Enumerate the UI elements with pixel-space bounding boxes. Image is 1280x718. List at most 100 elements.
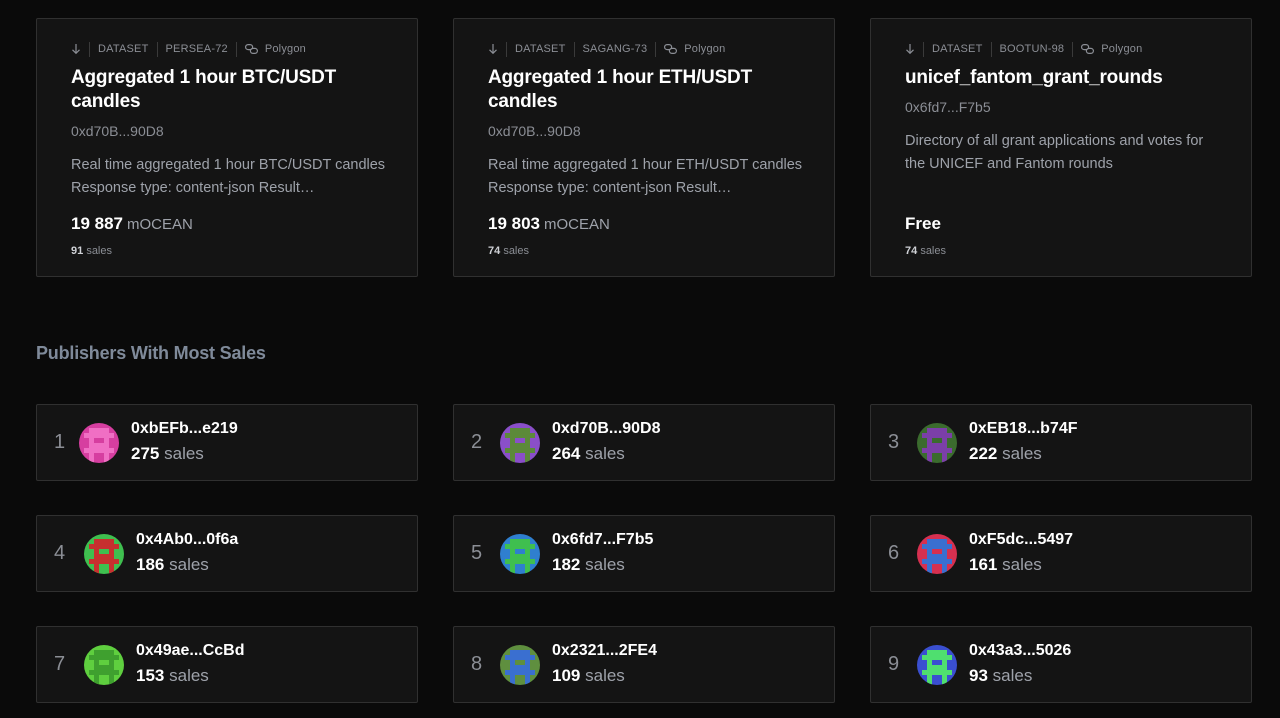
publisher-avatar[interactable] xyxy=(500,534,540,574)
download-arrow-icon xyxy=(72,44,80,55)
publisher-sales-label: sales xyxy=(585,555,625,574)
publisher-rank: 1 xyxy=(54,431,66,453)
publisher-avatar[interactable] xyxy=(917,423,957,463)
publisher-sales-label: sales xyxy=(1002,444,1042,463)
asset-title[interactable]: unicef_fantom_grant_rounds xyxy=(905,66,1205,90)
publisher-rank: 7 xyxy=(54,653,66,675)
publisher-avatar[interactable] xyxy=(84,534,124,574)
publisher-rank: 4 xyxy=(54,542,66,564)
asset-symbol: PERSEA-72 xyxy=(165,43,228,55)
publisher-avatar[interactable] xyxy=(84,645,124,685)
price-unit: mOCEAN xyxy=(127,216,193,233)
publisher-sales: 93 sales xyxy=(969,666,1032,686)
network-link-icon xyxy=(1081,44,1095,54)
publisher-address[interactable]: 0xbEFb...e219 xyxy=(131,420,238,438)
publisher-sales-label: sales xyxy=(1002,555,1042,574)
publisher-card[interactable]: 2 0xd70B...90D8 264 sales xyxy=(453,404,835,481)
asset-description: Real time aggregated 1 hour ETH/USDT can… xyxy=(488,157,803,196)
publisher-avatar[interactable] xyxy=(79,423,119,463)
publisher-avatar[interactable] xyxy=(917,645,957,685)
publisher-sales-count: 109 xyxy=(552,666,581,685)
publisher-sales-count: 186 xyxy=(136,555,165,574)
publisher-address[interactable]: 0x43a3...5026 xyxy=(969,642,1071,660)
publisher-sales-count: 275 xyxy=(131,444,160,463)
publisher-card[interactable]: 5 0x6fd7...F7b5 182 sales xyxy=(453,515,835,592)
price-value: Free xyxy=(905,214,941,233)
asset-network: Polygon xyxy=(684,43,726,55)
publisher-rank: 5 xyxy=(471,542,483,564)
publisher-sales-count: 222 xyxy=(969,444,998,463)
publisher-card[interactable]: 9 0x43a3...5026 93 sales xyxy=(870,626,1252,703)
download-arrow-icon xyxy=(906,44,914,55)
publisher-address[interactable]: 0xEB18...b74F xyxy=(969,420,1078,438)
asset-type-label: DATASET xyxy=(98,43,149,55)
price-value: 19 803 xyxy=(488,214,540,233)
publisher-sales-label: sales xyxy=(585,666,625,685)
asset-card[interactable]: DATASET PERSEA-72 Polygon Aggregated 1 h… xyxy=(36,18,418,277)
asset-owner[interactable]: 0xd70B...90D8 xyxy=(71,123,164,139)
asset-title[interactable]: Aggregated 1 hour ETH/USDT candles xyxy=(488,66,788,114)
publisher-address[interactable]: 0x4Ab0...0f6a xyxy=(136,531,238,549)
asset-description: Real time aggregated 1 hour BTC/USDT can… xyxy=(71,157,386,196)
publisher-avatar[interactable] xyxy=(500,645,540,685)
publisher-sales-count: 264 xyxy=(552,444,581,463)
publisher-sales-label: sales xyxy=(585,444,625,463)
asset-symbol: BOOTUN-98 xyxy=(999,43,1065,55)
asset-card[interactable]: DATASET BOOTUN-98 Polygon unicef_fantom_… xyxy=(870,18,1252,277)
asset-price: 19 887 mOCEAN xyxy=(71,214,193,234)
asset-meta: DATASET BOOTUN-98 Polygon xyxy=(905,41,1142,57)
asset-symbol: SAGANG-73 xyxy=(582,43,648,55)
publisher-address[interactable]: 0xd70B...90D8 xyxy=(552,420,661,438)
publisher-sales: 264 sales xyxy=(552,444,625,464)
publisher-sales: 161 sales xyxy=(969,555,1042,575)
publisher-sales: 186 sales xyxy=(136,555,209,575)
sales-count: 74 xyxy=(488,245,501,257)
publisher-rank: 9 xyxy=(888,653,900,675)
sales-count: 91 xyxy=(71,245,84,257)
asset-sales: 74 sales xyxy=(488,245,529,257)
publisher-address[interactable]: 0xF5dc...5497 xyxy=(969,531,1073,549)
asset-price: 19 803 mOCEAN xyxy=(488,214,610,234)
publisher-sales: 222 sales xyxy=(969,444,1042,464)
publisher-avatar[interactable] xyxy=(917,534,957,574)
publisher-rank: 6 xyxy=(888,542,900,564)
publisher-sales-label: sales xyxy=(169,555,209,574)
asset-sales: 74 sales xyxy=(905,245,946,257)
asset-sales: 91 sales xyxy=(71,245,112,257)
asset-owner[interactable]: 0xd70B...90D8 xyxy=(488,123,581,139)
network-link-icon xyxy=(244,44,258,54)
publisher-address[interactable]: 0x6fd7...F7b5 xyxy=(552,531,653,549)
price-value: 19 887 xyxy=(71,214,123,233)
publisher-sales-count: 93 xyxy=(969,666,988,685)
asset-card[interactable]: DATASET SAGANG-73 Polygon Aggregated 1 h… xyxy=(453,18,835,277)
sales-count: 74 xyxy=(905,245,918,257)
publisher-card[interactable]: 8 0x2321...2FE4 109 sales xyxy=(453,626,835,703)
publisher-address[interactable]: 0x49ae...CcBd xyxy=(136,642,245,660)
publisher-card[interactable]: 7 0x49ae...CcBd 153 sales xyxy=(36,626,418,703)
asset-title[interactable]: Aggregated 1 hour BTC/USDT candles xyxy=(71,66,371,114)
publisher-address[interactable]: 0x2321...2FE4 xyxy=(552,642,657,660)
asset-type-label: DATASET xyxy=(932,43,983,55)
publisher-rank: 3 xyxy=(888,431,900,453)
publisher-avatar[interactable] xyxy=(500,423,540,463)
publisher-rank: 2 xyxy=(471,431,483,453)
asset-type-label: DATASET xyxy=(515,43,566,55)
download-arrow-icon xyxy=(489,44,497,55)
publisher-sales-count: 182 xyxy=(552,555,581,574)
publisher-sales: 109 sales xyxy=(552,666,625,686)
asset-meta: DATASET PERSEA-72 Polygon xyxy=(71,41,306,57)
publisher-sales-label: sales xyxy=(169,666,209,685)
publisher-sales-label: sales xyxy=(164,444,204,463)
publisher-card[interactable]: 1 0xbEFb...e219 275 sales xyxy=(36,404,418,481)
publisher-card[interactable]: 6 0xF5dc...5497 161 sales xyxy=(870,515,1252,592)
asset-price: Free xyxy=(905,214,945,234)
publisher-sales: 275 sales xyxy=(131,444,204,464)
sales-label: sales xyxy=(86,245,112,257)
publisher-sales-count: 153 xyxy=(136,666,165,685)
asset-owner[interactable]: 0x6fd7...F7b5 xyxy=(905,99,991,115)
publisher-sales: 182 sales xyxy=(552,555,625,575)
publisher-card[interactable]: 3 0xEB18...b74F 222 sales xyxy=(870,404,1252,481)
publisher-card[interactable]: 4 0x4Ab0...0f6a 186 sales xyxy=(36,515,418,592)
publisher-sales-label: sales xyxy=(992,666,1033,685)
publisher-sales-count: 161 xyxy=(969,555,998,574)
